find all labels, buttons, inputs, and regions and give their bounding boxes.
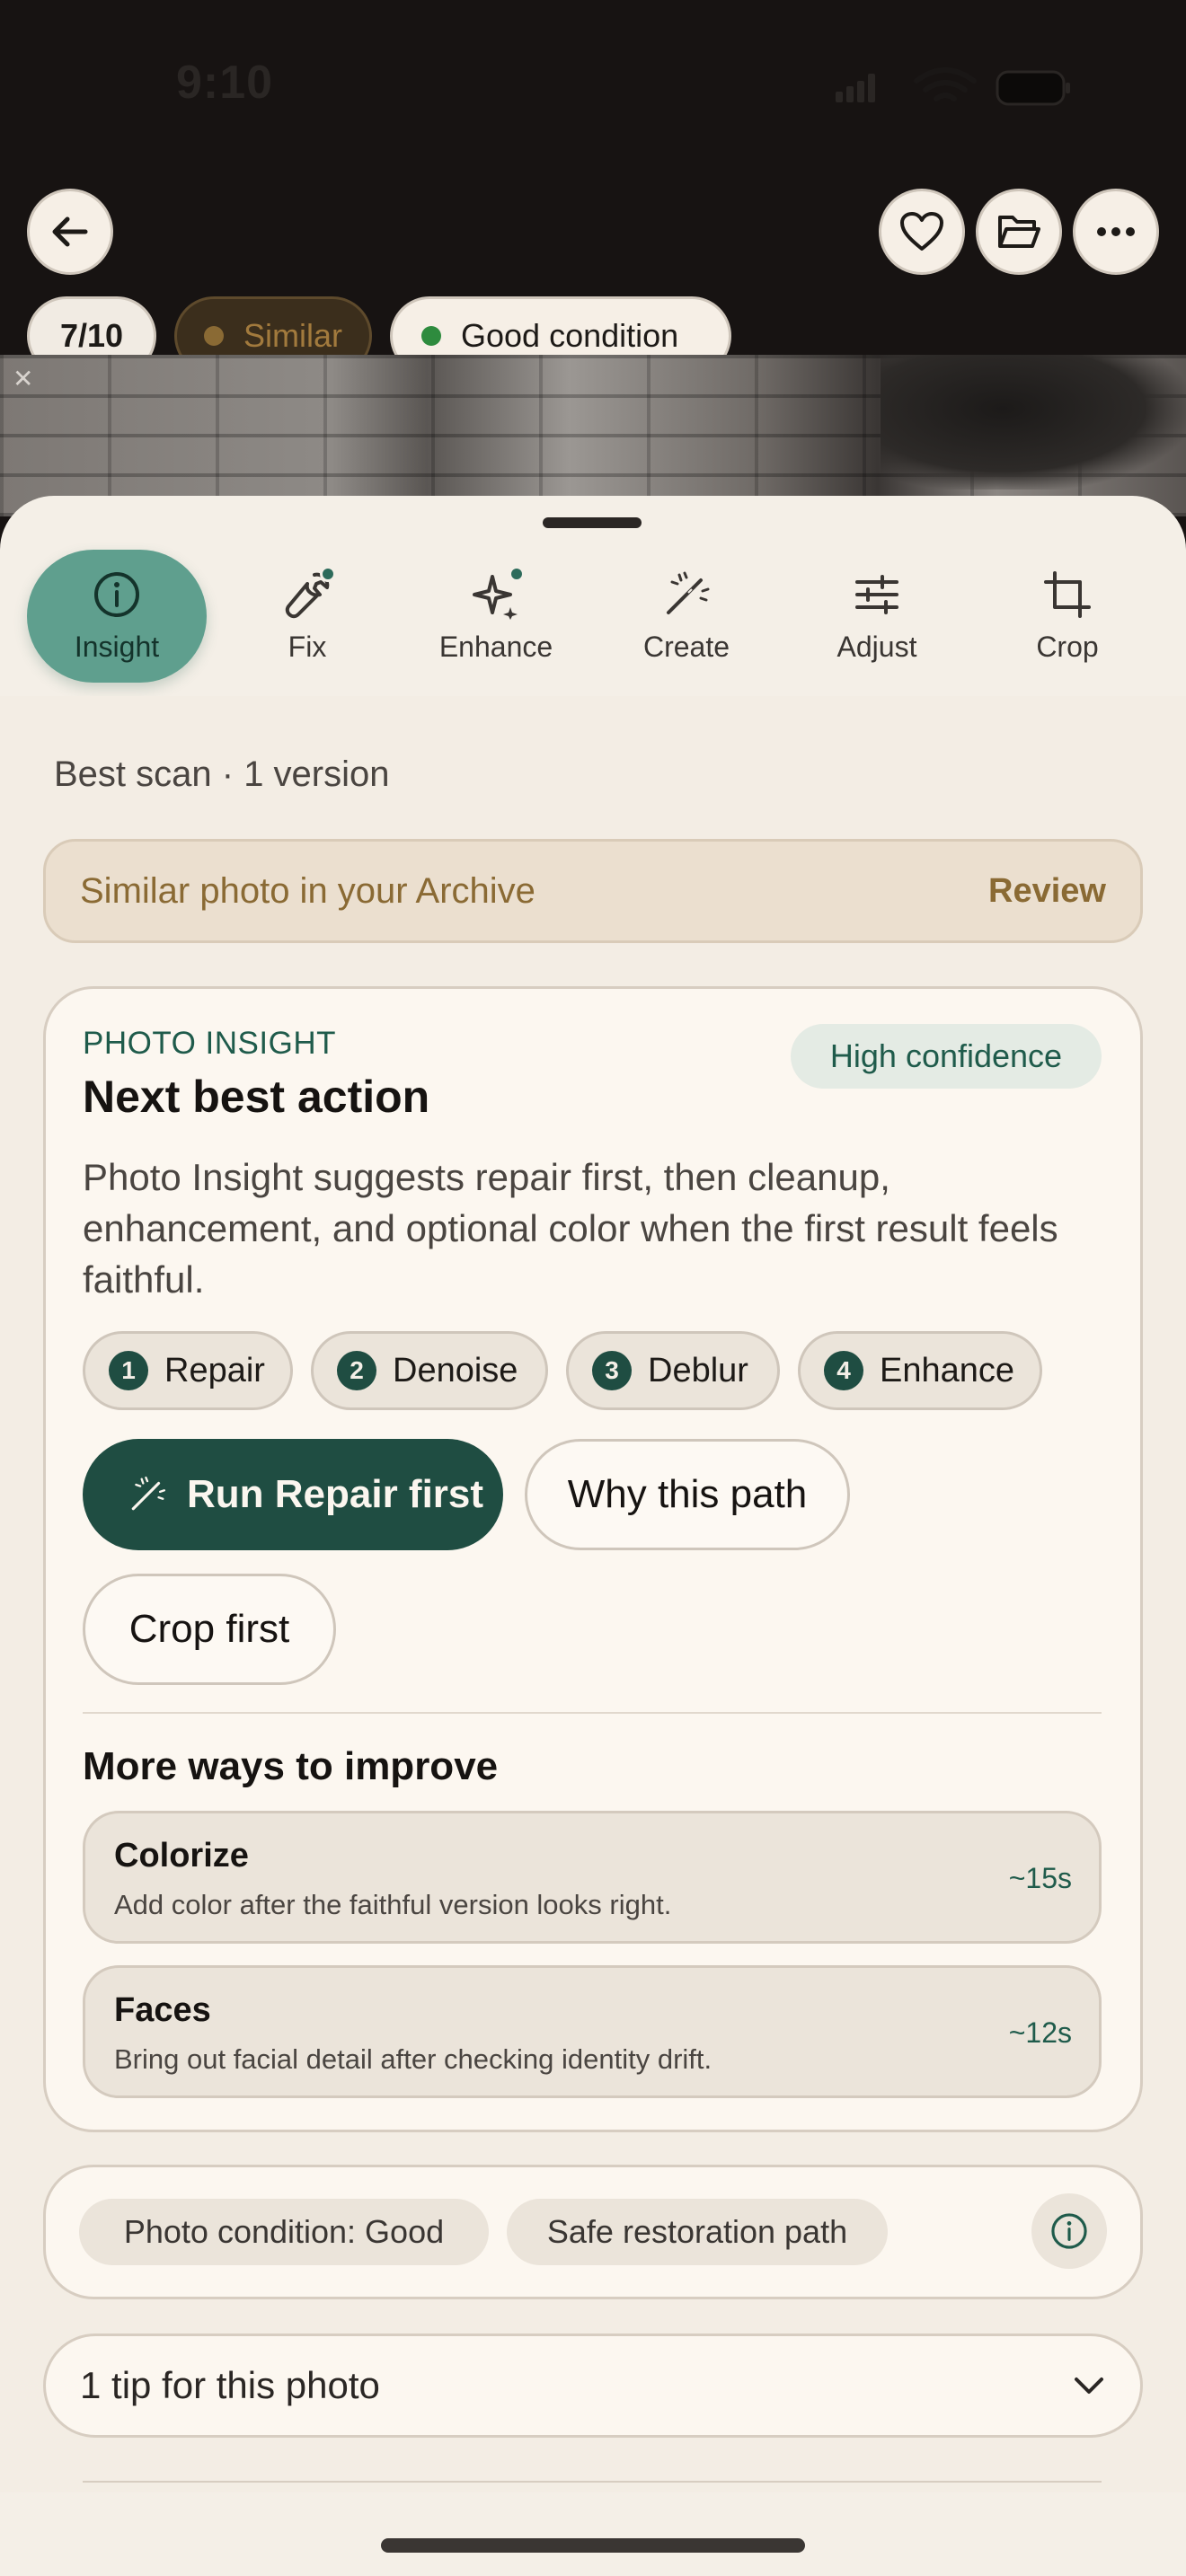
condition-info-button[interactable] <box>1031 2193 1107 2269</box>
folder-open-icon <box>998 216 1040 248</box>
step-label: Enhance <box>880 1351 1015 1389</box>
tab-adjust-label: Adjust <box>836 631 917 663</box>
similar-banner-text: Similar photo in your Archive <box>80 870 535 911</box>
step-number: 2 <box>337 1351 376 1390</box>
insight-title: Next best action <box>83 1072 430 1122</box>
wifi-icon <box>914 67 977 101</box>
battery-icon <box>996 70 1070 106</box>
favorite-button[interactable] <box>879 189 965 275</box>
review-button[interactable]: Review <box>988 872 1106 911</box>
status-time: 9:10 <box>176 57 274 109</box>
crop-first-button[interactable]: Crop first <box>83 1574 336 1685</box>
more-dots-icon <box>1097 227 1135 236</box>
more-options-button[interactable] <box>1073 189 1159 275</box>
tab-insight-label: Insight <box>74 631 160 663</box>
folder-button[interactable] <box>976 189 1062 275</box>
tab-adjust[interactable]: Adjust <box>787 550 967 683</box>
close-icon[interactable]: ✕ <box>13 364 40 393</box>
cellular-icon <box>836 74 875 102</box>
run-repair-button[interactable]: Run Repair first <box>83 1439 503 1550</box>
insight-kicker: PHOTO INSIGHT <box>83 1026 336 1061</box>
chevron-down-icon <box>1075 2378 1103 2394</box>
tab-enhance[interactable]: Enhance <box>406 550 586 683</box>
heart-icon <box>900 212 943 251</box>
run-repair-label: Run Repair first <box>187 1472 484 1516</box>
back-button[interactable] <box>27 189 113 275</box>
tab-fix-label: Fix <box>288 631 327 663</box>
tab-insight[interactable]: Insight <box>27 550 207 683</box>
sliders-icon <box>852 569 902 620</box>
why-this-path-button[interactable]: Why this path <box>525 1439 850 1550</box>
step-chip-enhance[interactable]: 4 Enhance <box>798 1331 1042 1410</box>
tab-create[interactable]: Create <box>597 550 776 683</box>
step-chip-denoise[interactable]: 2 Denoise <box>311 1331 548 1410</box>
similar-photo-banner[interactable]: Similar photo in your Archive Review <box>43 839 1143 943</box>
colorize-option[interactable]: Colorize Add color after the faithful ve… <box>83 1811 1102 1944</box>
info-icon <box>1051 2213 1087 2249</box>
step-number: 1 <box>109 1351 148 1390</box>
home-indicator[interactable] <box>381 2538 805 2553</box>
tab-fix[interactable]: Fix <box>217 550 397 683</box>
more-ways-title: More ways to improve <box>83 1744 499 1788</box>
step-label: Repair <box>164 1351 265 1389</box>
option-time: ~15s <box>1008 1862 1072 1894</box>
confidence-badge: High confidence <box>791 1024 1102 1089</box>
option-name: Colorize <box>114 1837 249 1875</box>
option-time: ~12s <box>1008 2016 1072 2049</box>
step-label: Denoise <box>393 1351 518 1389</box>
crop-icon <box>1042 569 1093 620</box>
step-chip-deblur[interactable]: 3 Deblur <box>566 1331 780 1410</box>
section-divider <box>83 1712 1102 1714</box>
step-number: 4 <box>824 1351 863 1390</box>
option-name: Faces <box>114 1991 211 2029</box>
insight-body: Photo Insight suggests repair first, the… <box>83 1156 1058 1301</box>
tab-enhance-label: Enhance <box>438 631 553 663</box>
good-status-dot <box>421 326 441 346</box>
condition-tag-label: Good condition <box>461 317 679 354</box>
status-bar: 9:10 <box>0 0 1186 171</box>
status-icons <box>836 65 1078 110</box>
info-icon <box>92 569 142 620</box>
wrench-icon <box>282 566 336 620</box>
photo-condition-chip: Photo condition: Good <box>79 2199 489 2265</box>
step-number: 3 <box>592 1351 632 1390</box>
scan-meta: Best scan · 1 version <box>54 754 390 794</box>
tip-accordion[interactable]: 1 tip for this photo <box>43 2333 1143 2438</box>
tab-crop[interactable]: Crop <box>978 550 1157 683</box>
fix-badge-dot <box>320 566 336 582</box>
magic-wand-icon <box>131 1476 166 1511</box>
option-description: Add color after the faithful version loo… <box>114 1889 672 1920</box>
similar-dot <box>204 326 224 346</box>
faces-option[interactable]: Faces Bring out facial detail after chec… <box>83 1965 1102 2098</box>
step-label: Deblur <box>648 1351 748 1389</box>
option-description: Bring out facial detail after checking i… <box>114 2043 712 2075</box>
enhance-badge-dot <box>509 566 525 582</box>
similar-tag-label: Similar <box>243 317 343 354</box>
tab-crop-label: Crop <box>1036 631 1099 663</box>
bottom-divider <box>83 2481 1102 2483</box>
tab-create-label: Create <box>642 631 730 663</box>
photo-preview-detail <box>881 355 1186 490</box>
step-chip-repair[interactable]: 1 Repair <box>83 1331 293 1410</box>
step-chips: 1 Repair 2 Denoise 3 Deblur 4 Enhance <box>83 1331 1107 1412</box>
arrow-left-icon <box>52 216 88 247</box>
magic-wand-icon <box>661 569 712 620</box>
tip-text: 1 tip for this photo <box>80 2364 380 2406</box>
safe-path-chip: Safe restoration path <box>507 2199 888 2265</box>
sheet-drag-handle[interactable] <box>543 517 642 528</box>
tool-bar: Insight Fix Enhance Create Adjust Crop <box>0 550 1186 693</box>
sparkle-icon <box>471 566 525 620</box>
